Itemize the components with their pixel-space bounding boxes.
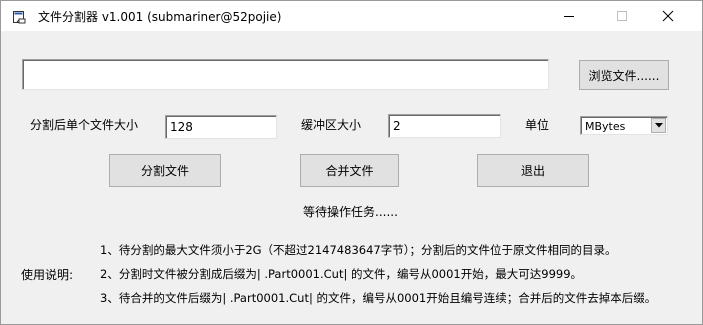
app-icon — [11, 9, 27, 25]
main-window: 文件分割器 v1.001 (submariner@52pojie) 浏览文件..… — [0, 0, 703, 325]
split-size-field[interactable] — [165, 115, 277, 139]
instruction-line-1: 1、待分割的最大文件须小于2G（不超过2147483647字节）；分割后的文件位… — [100, 243, 617, 257]
minimize-icon — [564, 16, 574, 17]
maximize-button[interactable] — [599, 1, 645, 31]
title-bar[interactable]: 文件分割器 v1.001 (submariner@52pojie) — [1, 1, 702, 31]
close-button[interactable] — [645, 1, 691, 31]
split-file-button-label: 分割文件 — [140, 164, 189, 178]
dropdown-arrow-icon[interactable] — [651, 118, 666, 133]
merge-file-button[interactable]: 合并文件 — [300, 154, 399, 187]
split-size-label: 分割后单个文件大小 — [30, 118, 139, 132]
exit-button-label: 退出 — [520, 164, 545, 178]
file-path-field[interactable] — [22, 59, 549, 90]
browse-button[interactable]: 浏览文件...... — [579, 60, 669, 90]
file-path-input[interactable] — [23, 60, 548, 89]
split-file-button[interactable]: 分割文件 — [109, 154, 221, 187]
buffer-size-label: 缓冲区大小 — [301, 118, 362, 132]
unit-select-value: MBytes — [585, 120, 626, 133]
instruction-line-3: 3、待合并的文件后缀为| .Part0001.Cut| 的文件，编号从0001开… — [100, 291, 657, 305]
buffer-size-input[interactable] — [389, 115, 500, 137]
maximize-icon — [617, 11, 627, 21]
merge-file-button-label: 合并文件 — [325, 164, 374, 178]
split-size-input[interactable] — [166, 116, 276, 138]
exit-button[interactable]: 退出 — [477, 154, 589, 187]
close-icon — [662, 10, 674, 22]
window-title: 文件分割器 v1.001 (submariner@52pojie) — [38, 10, 282, 24]
instruction-line-2: 2、分割时文件被分割成后缀为| .Part0001.Cut| 的文件，编号从00… — [100, 267, 583, 281]
browse-button-label: 浏览文件...... — [588, 68, 660, 83]
instructions-heading: 使用说明: — [21, 268, 74, 282]
unit-label: 单位 — [525, 118, 550, 132]
minimize-button[interactable] — [546, 1, 592, 31]
buffer-size-field[interactable] — [388, 114, 501, 138]
unit-select[interactable]: MBytes — [580, 116, 668, 135]
status-text: 等待操作任务...... — [303, 205, 398, 219]
